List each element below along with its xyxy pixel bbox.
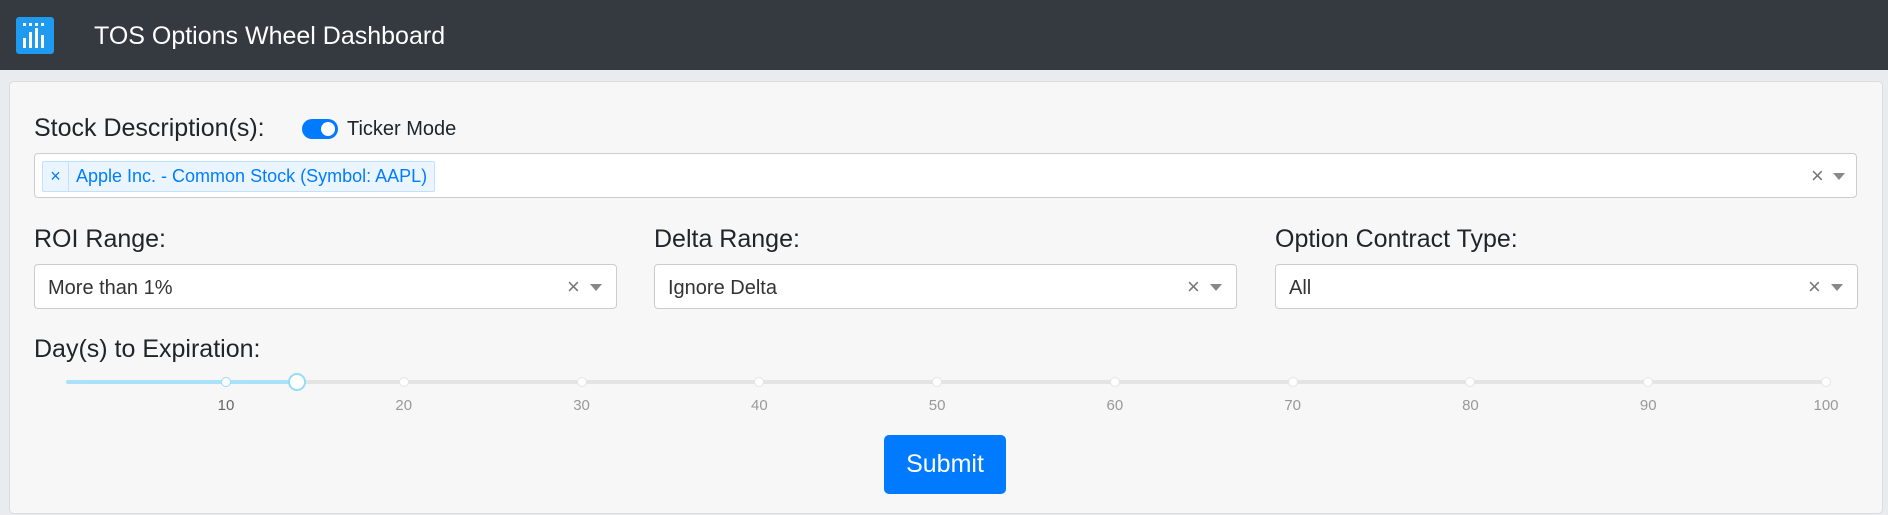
slider-mark-label: 100 xyxy=(1813,397,1839,414)
slider-mark-label: 10 xyxy=(217,397,235,414)
selected-stock-chip: × Apple Inc. - Common Stock (Symbol: AAP… xyxy=(42,161,436,192)
slider-mark-dot xyxy=(1465,377,1476,387)
stock-multiselect[interactable]: × Apple Inc. - Common Stock (Symbol: AAP… xyxy=(34,153,1857,198)
delta-range-value: Ignore Delta xyxy=(668,277,777,299)
slider-mark-label: 70 xyxy=(1284,397,1301,414)
chip-label: Apple Inc. - Common Stock (Symbol: AAPL) xyxy=(76,166,428,186)
slider-track-fill xyxy=(66,380,298,384)
toggle-knob xyxy=(321,122,335,136)
chevron-down-icon[interactable] xyxy=(1831,284,1843,291)
slider-mark-dot xyxy=(221,377,231,387)
slider-mark-dot xyxy=(1287,377,1298,387)
slider-mark-dot xyxy=(576,377,587,387)
stock-description-label: Stock Description(s): xyxy=(34,114,265,142)
days-to-expiration-slider[interactable] xyxy=(66,373,1831,391)
slider-handle[interactable] xyxy=(288,373,307,391)
chevron-down-icon[interactable] xyxy=(1833,173,1845,180)
roi-range-select[interactable]: More than 1% × xyxy=(34,264,617,309)
slider-mark-dot xyxy=(1821,377,1831,387)
delta-range-label: Delta Range: xyxy=(654,225,800,253)
clear-icon[interactable]: × xyxy=(1187,274,1200,300)
ticker-mode-toggle[interactable] xyxy=(302,119,338,139)
bar-chart-icon[interactable] xyxy=(16,17,54,54)
slider-mark-dot xyxy=(1643,377,1654,387)
ticker-mode-label: Ticker Mode xyxy=(347,118,457,140)
option-contract-type-value: All xyxy=(1289,277,1312,299)
roi-range-label: ROI Range: xyxy=(34,225,167,253)
days-to-expiration-label: Day(s) to Expiration: xyxy=(34,335,261,363)
option-contract-type-select[interactable]: All × xyxy=(1275,264,1858,309)
slider-mark-dot xyxy=(1109,377,1120,387)
top-navbar: TOS Options Wheel Dashboard xyxy=(0,0,1888,70)
roi-range-value: More than 1% xyxy=(48,277,173,299)
option-contract-type-label: Option Contract Type: xyxy=(1275,225,1518,253)
slider-mark-label: 30 xyxy=(573,397,590,414)
slider-mark-dot xyxy=(932,377,943,387)
slider-mark-dot xyxy=(398,377,409,387)
slider-mark-label: 60 xyxy=(1106,397,1124,414)
chevron-down-icon[interactable] xyxy=(590,284,602,291)
slider-mark-label: 20 xyxy=(395,397,413,414)
chevron-down-icon[interactable] xyxy=(1210,284,1222,291)
slider-mark-dot xyxy=(754,377,765,387)
chip-remove-icon[interactable]: × xyxy=(43,162,69,191)
clear-icon[interactable]: × xyxy=(1811,163,1824,189)
clear-icon[interactable]: × xyxy=(1808,274,1821,300)
delta-range-select[interactable]: Ignore Delta × xyxy=(654,264,1237,309)
clear-icon[interactable]: × xyxy=(567,274,580,300)
slider-mark-label: 90 xyxy=(1639,397,1657,414)
submit-button[interactable]: Submit xyxy=(884,435,1006,494)
slider-mark-label: 80 xyxy=(1462,397,1479,414)
slider-mark-label: 40 xyxy=(750,397,768,414)
app-title[interactable]: TOS Options Wheel Dashboard xyxy=(94,21,445,51)
slider-mark-label: 50 xyxy=(928,397,946,414)
